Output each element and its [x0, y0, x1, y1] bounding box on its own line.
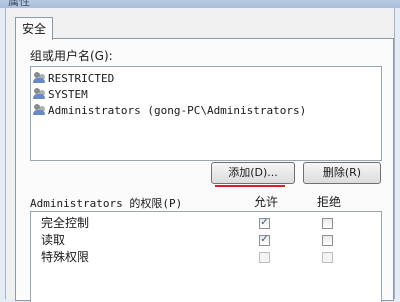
permissions-list: 完全控制 ✓ 读取 ✓ 特殊权限: [30, 211, 382, 302]
users-icon: [33, 104, 46, 116]
deny-column-header: 拒绝: [317, 195, 342, 209]
deny-checkbox-read[interactable]: [322, 235, 333, 246]
permissions-label: Administrators 的权限(P): [30, 197, 183, 210]
permission-name: 完全控制: [41, 216, 90, 230]
allow-column-header: 允许: [254, 195, 279, 209]
list-item-system[interactable]: SYSTEM: [33, 87, 88, 102]
title-bar: 属性: [0, 0, 400, 8]
permission-name: 特殊权限: [41, 250, 90, 264]
allow-checkbox-special: [259, 252, 270, 263]
properties-dialog: 安全 组或用户名(G): RESTRICTED SYSTEM Administr…: [5, 8, 395, 302]
allow-checkbox-full-control[interactable]: ✓: [259, 217, 270, 229]
users-icon: [33, 88, 46, 100]
security-panel: 组或用户名(G): RESTRICTED SYSTEM Administrato…: [15, 38, 394, 302]
list-item-label: SYSTEM: [48, 88, 88, 101]
add-button-label: 添加(D)...: [228, 166, 278, 179]
remove-button-label: 删除(R): [322, 166, 362, 179]
highlight-underline: [215, 185, 285, 187]
tab-security[interactable]: 安全: [15, 17, 54, 40]
permission-row-full-control: 完全控制 ✓: [31, 215, 381, 231]
permission-row-read: 读取 ✓: [31, 232, 381, 248]
checkmark-icon: ✓: [260, 217, 269, 228]
window-title: 属性: [8, 0, 30, 8]
users-icon: [33, 72, 46, 84]
list-item-label: Administrators (gong-PC\Administrators): [48, 104, 307, 117]
group-user-listbox[interactable]: RESTRICTED SYSTEM Administrators (gong-P…: [30, 66, 382, 161]
deny-checkbox-full-control[interactable]: [322, 218, 333, 229]
list-item-restricted[interactable]: RESTRICTED: [33, 71, 115, 86]
deny-checkbox-special: [322, 252, 333, 263]
remove-button[interactable]: 删除(R): [303, 162, 381, 184]
group-list-label: 组或用户名(G):: [30, 49, 113, 63]
list-item-label: RESTRICTED: [48, 72, 115, 85]
tab-security-label: 安全: [22, 22, 47, 36]
permission-name: 读取: [41, 233, 66, 247]
list-item-administrators[interactable]: Administrators (gong-PC\Administrators): [33, 103, 307, 118]
checkmark-icon: ✓: [260, 234, 269, 245]
permission-row-special: 特殊权限: [31, 249, 381, 265]
add-button[interactable]: 添加(D)...: [211, 162, 295, 184]
allow-checkbox-read[interactable]: ✓: [259, 234, 270, 246]
